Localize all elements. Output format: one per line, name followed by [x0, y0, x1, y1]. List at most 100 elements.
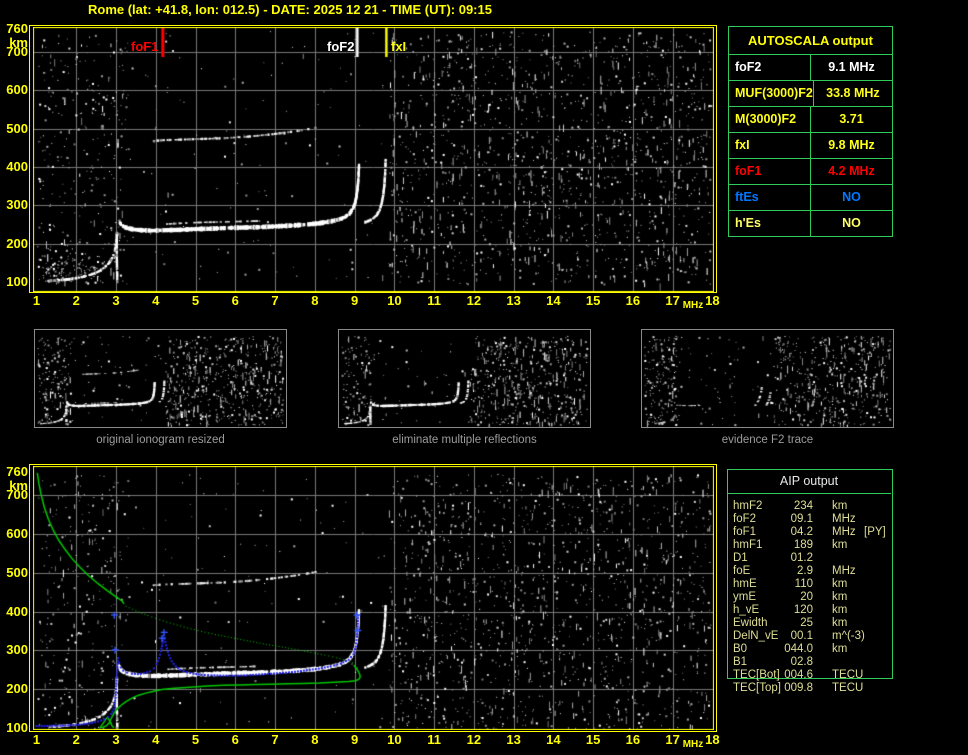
x-tick-label-13: 13 [506, 732, 521, 747]
aip-unit: km [832, 539, 848, 551]
aip-val: 2.9 [797, 565, 813, 577]
aip-row-foF1: foF1 04.2 MHz [PY] [733, 526, 963, 539]
x-tick-label-5: 5 [191, 293, 200, 308]
aip-lab: foF1 [733, 526, 757, 538]
y-tick-label-500: 500 [6, 120, 28, 136]
x-tick-label-1: 1 [32, 293, 41, 308]
x-tick-label-10: 10 [387, 732, 402, 747]
x-tick-label-13: 13 [506, 293, 521, 308]
aip-val: 00.1 [790, 630, 813, 642]
autoscala-row-value: 4.2 MHz [828, 164, 875, 178]
y-tick-label-400: 400 [6, 603, 28, 619]
aip-row-B0: B0 044.0 km [733, 643, 963, 656]
x-tick-label-11: 11 [427, 293, 441, 308]
autoscala-row-value: 33.8 MHz [826, 86, 880, 100]
aip-table-rows: hmF2 234 km foF2 09.1 MHz foF1 04.2 MHz [PY] hmF1 1… [733, 500, 963, 695]
thumbnail-no-multiples-caption: eliminate multiple reflections [392, 434, 537, 446]
aip-lab: ymE [733, 591, 756, 603]
y-tick-label-400: 400 [6, 158, 28, 174]
aip-val: 189 [793, 539, 813, 551]
autoscala-row-label: ftEs [729, 185, 811, 210]
bottom-ionogram-canvas [33, 466, 714, 730]
y-tick-label-600: 600 [6, 82, 28, 98]
autoscala-row-label: MUF(3000)F2 [729, 81, 814, 106]
aip-val: 004.6 [784, 669, 813, 681]
autoscala-row-h'Es: h'Es NO [729, 210, 892, 236]
aip-lab: h_vE [733, 604, 760, 616]
thumbnail-f2-evidence-canvas [642, 330, 893, 427]
x-tick-label-11: 11 [427, 732, 441, 747]
aip-row-foF2: foF2 09.1 MHz [733, 513, 963, 526]
x-tick-label-5: 5 [191, 732, 200, 747]
aip-val: 04.2 [790, 526, 813, 538]
thumbnail-f2-evidence-caption: evidence F2 trace [721, 434, 814, 446]
y-axis-unit-label: km [9, 35, 28, 50]
aip-unit: MHz [832, 513, 856, 525]
aip-row-D1: D1 01.2 [733, 552, 963, 565]
x-tick-label-16: 16 [625, 293, 641, 308]
aip-lab: B0 [733, 643, 748, 655]
y-axis-unit-label: km [9, 478, 28, 493]
aip-val: 02.8 [790, 656, 813, 668]
aip-row-TEC[Bot]: TEC[Bot] 004.6 TECU [733, 669, 963, 682]
autoscala-row-label: fxI [729, 133, 811, 158]
x-tick-label-6: 6 [231, 732, 239, 747]
aip-unit: km [832, 617, 848, 629]
aip-row-foE: foE 2.9 MHz [733, 565, 963, 578]
aip-row-DelN_vE: DelN_vE 00.1 m^(-3) [733, 630, 963, 643]
aip-val: 009.8 [784, 682, 813, 694]
aip-val: 110 [794, 578, 813, 590]
x-tick-label-9: 9 [350, 732, 359, 747]
autoscala-row-label: foF1 [729, 159, 811, 184]
x-tick-label-4: 4 [152, 293, 160, 308]
autoscala-row-label: h'Es [729, 211, 811, 236]
aip-lab: D1 [733, 552, 748, 564]
y-tick-label-300: 300 [6, 642, 28, 658]
aip-unit: km [832, 578, 848, 590]
aip-val: 01.2 [790, 552, 813, 564]
aip-lab: hmF2 [733, 500, 763, 512]
top-ionogram-canvas [33, 27, 714, 292]
x-tick-label-8: 8 [311, 732, 319, 747]
x-tick-label-12: 12 [466, 732, 482, 747]
aip-row-Ewidth: Ewidth 25 km [733, 617, 963, 630]
y-tick-label-600: 600 [6, 526, 28, 542]
autoscala-table-rows: foF2 9.1 MHz MUF(3000)F2 33.8 MHz M(3000)F2 3… [729, 54, 892, 236]
aip-row-ymE: ymE 20 km [733, 591, 963, 604]
autoscala-row-label: M(3000)F2 [729, 107, 811, 132]
x-tick-label-7: 7 [271, 732, 279, 747]
aip-unit: km [832, 643, 848, 655]
y-tick-label-760: 760 [6, 21, 28, 36]
aip-lab: B1 [733, 656, 748, 668]
x-tick-label-14: 14 [546, 293, 561, 308]
x-tick-label-8: 8 [311, 293, 319, 308]
y-tick-label-100: 100 [6, 273, 28, 289]
aip-unit: m^(-3) [832, 630, 865, 642]
x-tick-label-10: 10 [387, 293, 402, 308]
aip-unit: TECU [832, 669, 864, 681]
autoscala-row-value: 9.8 MHz [828, 138, 875, 152]
aip-extra: [PY] [864, 526, 886, 538]
marker-label-fxI: fxI [391, 39, 407, 54]
aip-val: 25 [800, 617, 813, 629]
x-tick-label-9: 9 [350, 293, 359, 308]
autoscala-table-title: AUTOSCALA output [748, 33, 873, 48]
x-axis-unit-label: MHz [682, 739, 704, 750]
aip-unit: MHz [832, 565, 856, 577]
aip-unit: km [832, 500, 848, 512]
autoscala-row-value: 3.71 [839, 112, 864, 126]
aip-val: 09.1 [790, 513, 813, 525]
thumbnail-no-multiples-canvas [339, 330, 590, 427]
aip-row-hmE: hmE 110 km [733, 578, 963, 591]
x-tick-label-15: 15 [585, 732, 601, 747]
aip-row-h_vE: h_vE 120 km [733, 604, 963, 617]
x-tick-label-2: 2 [72, 293, 80, 308]
aip-val: 120 [793, 604, 813, 616]
y-tick-label-760: 760 [6, 464, 28, 479]
aip-val: 234 [793, 500, 813, 512]
marker-label-foF1: foF1 [131, 39, 159, 54]
autoscala-row-ftEs: ftEs NO [729, 184, 892, 210]
aip-row-TEC[Top]: TEC[Top] 009.8 TECU [733, 682, 963, 695]
x-tick-label-12: 12 [466, 293, 482, 308]
aip-unit: km [832, 604, 848, 616]
